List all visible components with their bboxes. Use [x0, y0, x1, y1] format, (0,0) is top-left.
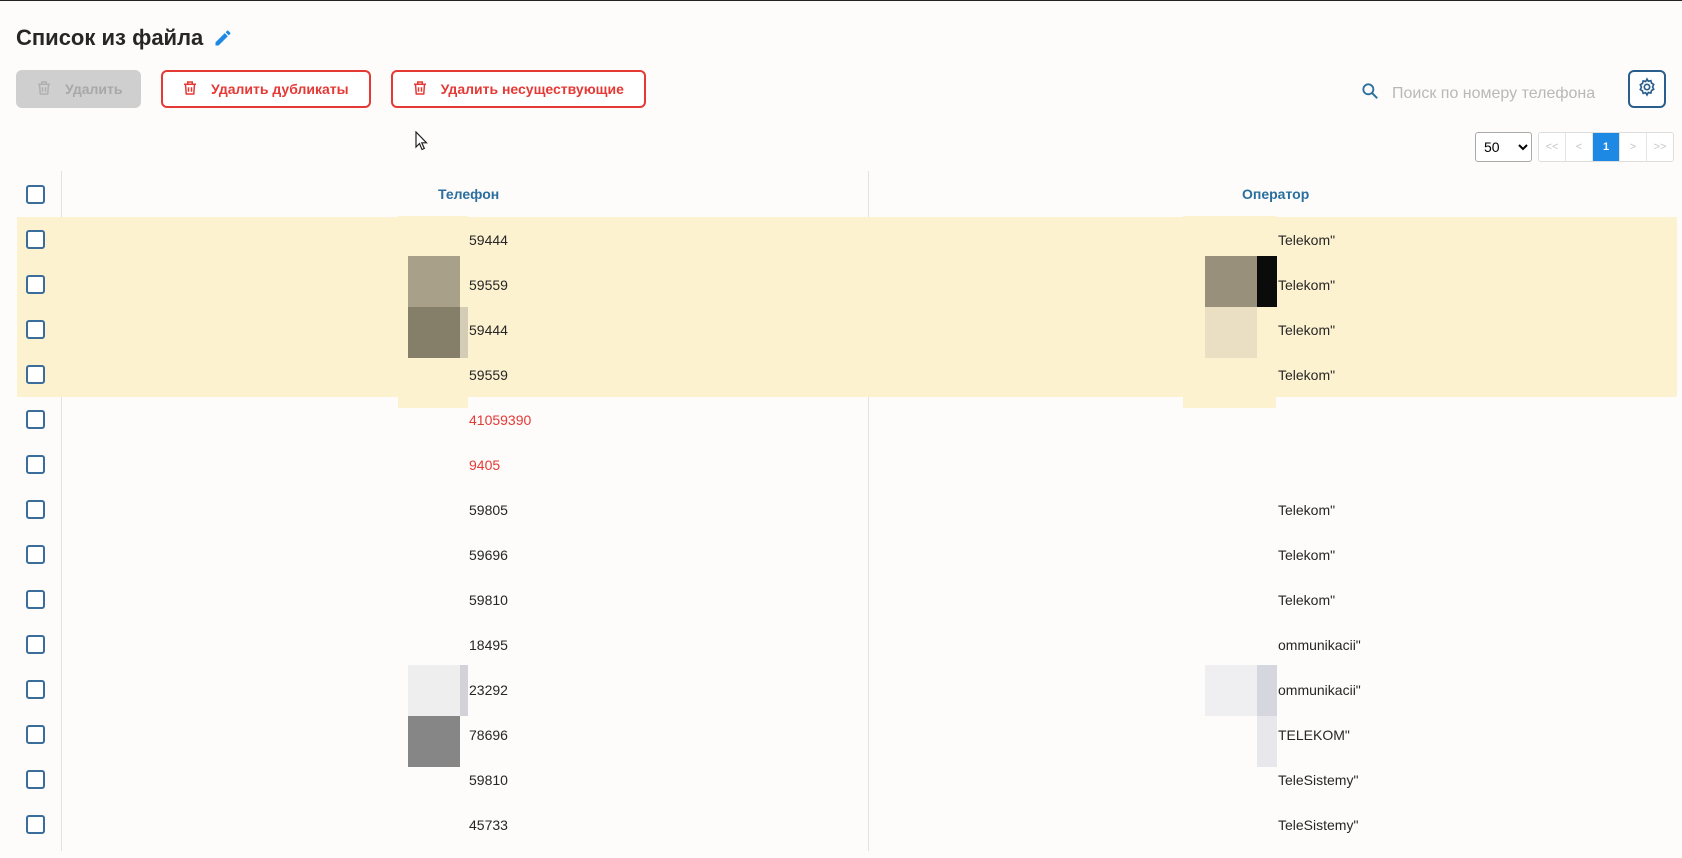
operator-cell: ommunikacii"	[1278, 681, 1361, 698]
table-row[interactable]: 18495 ommunikacii"	[17, 622, 1677, 667]
operator-cell: Telekom"	[1278, 501, 1336, 518]
toolbar: Удалить Удалить дубликаты Удалить несуще…	[16, 70, 646, 108]
current-page-button[interactable]: 1	[1593, 133, 1620, 161]
row-checkbox[interactable]	[26, 275, 45, 294]
phone-table: Телефон Оператор 59444 Telekom" 59559 Telek…	[17, 171, 1677, 847]
redaction-block	[1205, 256, 1257, 307]
phone-cell: 41059390	[469, 411, 532, 428]
trash-icon	[35, 79, 53, 100]
table-row[interactable]: 78696 TELEKOM"	[17, 712, 1677, 757]
search-icon	[1360, 81, 1380, 106]
operator-cell: Telekom"	[1278, 366, 1336, 383]
delete-nonexistent-button[interactable]: Удалить несуществующие	[390, 70, 646, 108]
redaction-block	[460, 665, 468, 716]
row-checkbox[interactable]	[26, 230, 45, 249]
phone-cell: 59696	[469, 546, 508, 563]
table-row[interactable]: 59559 Telekom"	[17, 352, 1677, 397]
redaction-block	[460, 307, 468, 358]
delete-duplicates-label: Удалить дубликаты	[211, 81, 349, 97]
table-row[interactable]: 59559 Telekom"	[17, 262, 1677, 307]
redaction-block	[408, 716, 460, 767]
pencil-icon[interactable]	[213, 28, 233, 48]
delete-nonexistent-label: Удалить несуществующие	[440, 81, 624, 97]
last-page-button[interactable]: >>	[1647, 133, 1673, 161]
operator-cell: Telekom"	[1278, 591, 1336, 608]
redaction-block	[1257, 716, 1277, 767]
select-all-checkbox[interactable]	[26, 184, 45, 204]
first-page-button[interactable]: <<	[1539, 133, 1566, 161]
redaction-block	[1257, 256, 1277, 307]
column-header-phone[interactable]: Телефон	[438, 186, 499, 202]
phone-cell: 9405	[469, 456, 501, 473]
row-checkbox[interactable]	[26, 770, 45, 789]
phone-cell: 59444	[469, 321, 508, 338]
phone-cell: 59805	[469, 501, 508, 518]
redaction-block	[408, 665, 460, 716]
phone-cell: 59559	[469, 276, 508, 293]
redaction-block	[1257, 665, 1277, 716]
redaction-block	[408, 256, 460, 307]
table-row[interactable]: 23292 ommunikacii"	[17, 667, 1677, 712]
row-checkbox[interactable]	[26, 635, 45, 654]
redaction-block	[1205, 307, 1257, 358]
table-row[interactable]: 9405	[17, 442, 1677, 487]
operator-cell: Telekom"	[1278, 546, 1336, 563]
row-checkbox[interactable]	[26, 365, 45, 384]
settings-button[interactable]	[1628, 70, 1666, 108]
operator-cell: TeleSistemy"	[1278, 816, 1359, 833]
phone-cell: 23292	[469, 681, 508, 698]
redaction-block	[1205, 665, 1257, 716]
operator-cell: Telekom"	[1278, 276, 1336, 293]
page-title: Список из файла	[16, 25, 204, 50]
phone-cell: 45733	[469, 816, 508, 833]
row-checkbox[interactable]	[26, 725, 45, 744]
row-checkbox[interactable]	[26, 545, 45, 564]
mouse-cursor-icon	[415, 130, 429, 156]
row-checkbox[interactable]	[26, 455, 45, 474]
phone-cell: 78696	[469, 726, 508, 743]
operator-cell: Telekom"	[1278, 321, 1336, 338]
operator-cell: TELEKOM"	[1278, 726, 1350, 743]
table-row[interactable]: 59805 Telekom"	[17, 487, 1677, 532]
search-bar	[1360, 81, 1614, 106]
operator-cell: TeleSistemy"	[1278, 771, 1359, 788]
phone-cell: 59559	[469, 366, 508, 383]
delete-duplicates-button[interactable]: Удалить дубликаты	[161, 70, 371, 108]
trash-icon	[181, 79, 199, 100]
table-row[interactable]: 59696 Telekom"	[17, 532, 1677, 577]
table-row[interactable]: 59810 Telekom"	[17, 577, 1677, 622]
delete-button[interactable]: Удалить	[16, 70, 141, 108]
table-row[interactable]: 59810 TeleSistemy"	[17, 757, 1677, 802]
trash-icon	[411, 79, 429, 100]
row-checkbox[interactable]	[26, 680, 45, 699]
column-header-operator[interactable]: Оператор	[1242, 186, 1309, 202]
page-size-select[interactable]: 50	[1475, 132, 1532, 162]
page-buttons: << < 1 > >>	[1538, 132, 1674, 162]
page-header: Список из файла	[16, 25, 233, 51]
table-row[interactable]: 59444 Telekom"	[17, 217, 1677, 262]
table-body: 59444 Telekom" 59559 Telekom" 59444 Telekom" 5…	[17, 217, 1677, 847]
pagination: 50 << < 1 > >>	[1475, 132, 1674, 162]
row-checkbox[interactable]	[26, 500, 45, 519]
phone-cell: 59810	[469, 771, 508, 788]
delete-button-label: Удалить	[65, 81, 123, 97]
operator-cell: ommunikacii"	[1278, 636, 1361, 653]
phone-cell: 59810	[469, 591, 508, 608]
phone-cell: 18495	[469, 636, 508, 653]
next-page-button[interactable]: >	[1620, 133, 1647, 161]
gear-icon	[1637, 76, 1657, 102]
table-row[interactable]: 59444 Telekom"	[17, 307, 1677, 352]
prev-page-button[interactable]: <	[1566, 133, 1593, 161]
row-checkbox[interactable]	[26, 410, 45, 429]
redaction-block	[408, 307, 460, 358]
search-input[interactable]	[1390, 83, 1614, 104]
table-row[interactable]: 41059390	[17, 397, 1677, 442]
table-header: Телефон Оператор	[17, 171, 1677, 217]
operator-cell: Telekom"	[1278, 231, 1336, 248]
phone-cell: 59444	[469, 231, 508, 248]
row-checkbox[interactable]	[26, 815, 45, 834]
table-row[interactable]: 45733 TeleSistemy"	[17, 802, 1677, 847]
row-checkbox[interactable]	[26, 590, 45, 609]
row-checkbox[interactable]	[26, 320, 45, 339]
